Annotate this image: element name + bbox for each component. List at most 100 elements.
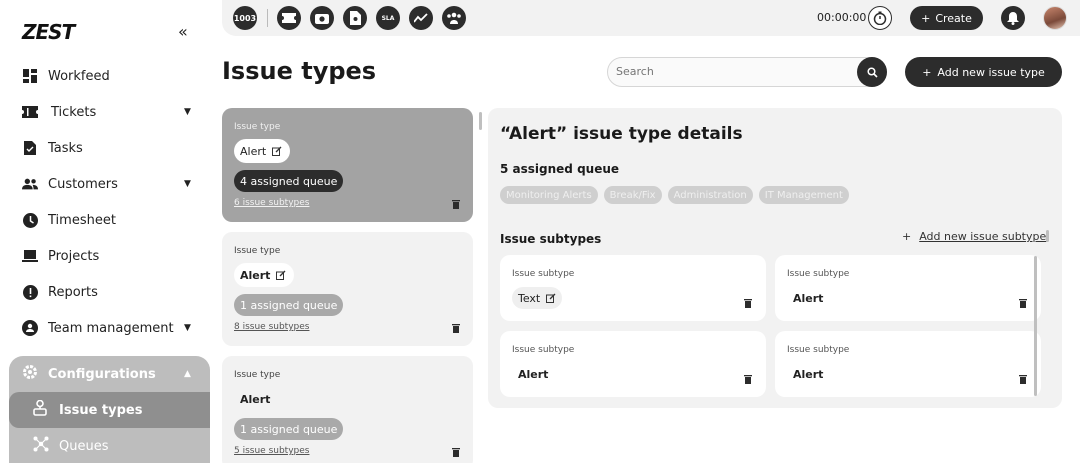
sidebar-item-configurations[interactable]: Configurations ▲: [9, 356, 210, 392]
issue-type-name-text: Alert: [240, 392, 271, 406]
caret-down-icon[interactable]: ▼: [184, 107, 191, 117]
sidebar-item-customers[interactable]: Customers ▼: [0, 168, 210, 200]
trash-icon[interactable]: [743, 374, 753, 384]
laptop-icon: [22, 248, 38, 264]
issue-types-icon: [33, 399, 47, 420]
ticket-icon[interactable]: [277, 6, 301, 30]
divider: [267, 9, 268, 27]
trash-icon[interactable]: [451, 447, 461, 457]
issue-subtypes-heading: Issue subtypes: [500, 232, 602, 246]
sidebar-item-team-management[interactable]: Team management ▼: [0, 312, 210, 344]
issue-subtype-name: Alert: [518, 367, 549, 381]
sidebar-item-label: Queues: [59, 438, 109, 454]
issue-subtype-card[interactable]: Issue subtype Text: [500, 255, 766, 321]
search-input[interactable]: [616, 65, 856, 78]
issue-type-card[interactable]: Issue type Alert 4 assigned queue 6 issu…: [222, 108, 473, 222]
stopwatch-icon[interactable]: [868, 6, 892, 30]
plus-icon: +: [922, 65, 932, 79]
caret-down-icon[interactable]: ▼: [184, 179, 191, 189]
queues-icon: [33, 436, 49, 456]
trash-icon[interactable]: [1018, 374, 1028, 384]
card-caption: Issue subtype: [512, 269, 575, 279]
configurations-group: Configurations ▲ Issue types Queues: [9, 356, 210, 463]
edit-icon[interactable]: [276, 270, 286, 280]
assigned-queue-badge: 1 assigned queue: [234, 418, 344, 440]
add-issue-subtype-label: Add new issue subtype: [919, 230, 1047, 243]
card-caption: Issue subtype: [512, 345, 575, 355]
queue-tag: Monitoring Alerts: [500, 186, 598, 204]
assigned-queue-badge: 4 assigned queue: [234, 170, 344, 192]
search-field[interactable]: [607, 57, 887, 87]
timer-display: 00:00:00: [817, 11, 867, 24]
issue-subtype-card[interactable]: Issue subtype Alert: [775, 255, 1041, 321]
issue-subtypes-link[interactable]: 6 issue subtypes: [234, 198, 309, 208]
trash-icon[interactable]: [451, 323, 461, 333]
add-issue-subtype-link[interactable]: + Add new issue subtype: [902, 230, 1046, 243]
add-issue-type-label: Add new issue type: [937, 65, 1045, 79]
dashboard-icon: [22, 68, 38, 84]
sidebar-item-tasks[interactable]: Tasks: [0, 132, 210, 164]
queue-tag: IT Management: [758, 186, 849, 204]
issue-type-card[interactable]: Issue type Alert 1 assigned queue 8 issu…: [222, 232, 473, 346]
issue-type-card[interactable]: Issue type Alert 1 assigned queue 5 issu…: [222, 356, 473, 463]
trash-icon[interactable]: [451, 199, 461, 209]
sidebar-item-reports[interactable]: Reports: [0, 276, 210, 308]
card-caption: Issue subtype: [787, 269, 850, 279]
edit-icon[interactable]: [272, 146, 282, 156]
issue-subtypes-link[interactable]: 5 issue subtypes: [234, 446, 309, 456]
document-icon[interactable]: [343, 6, 367, 30]
sidebar-item-label: Issue types: [59, 402, 143, 418]
issue-subtype-card[interactable]: Issue subtype Alert: [500, 331, 766, 397]
plus-icon: +: [902, 230, 912, 243]
sla-icon[interactable]: SLA: [376, 6, 400, 30]
trend-icon[interactable]: [409, 6, 433, 30]
ticket-count-badge[interactable]: 1003: [233, 6, 257, 30]
caret-down-icon[interactable]: ▼: [184, 323, 191, 333]
camera-icon[interactable]: [310, 6, 334, 30]
double-chevron-left-icon[interactable]: «: [178, 24, 188, 40]
gear-icon: [22, 364, 38, 384]
sidebar-item-label: Projects: [48, 248, 100, 264]
sidebar-item-workfeed[interactable]: Workfeed: [0, 60, 210, 92]
panel-scrollbar[interactable]: [1046, 230, 1049, 242]
create-button[interactable]: + Create: [910, 6, 983, 30]
sidebar-item-tickets[interactable]: Tickets ▼: [0, 96, 210, 128]
page-title: Issue types: [222, 57, 377, 85]
sidebar-item-queues[interactable]: Queues: [9, 428, 210, 463]
issue-subtype-name: Alert: [793, 367, 824, 381]
issue-subtype-card[interactable]: Issue subtype Alert: [775, 331, 1041, 397]
sidebar-item-projects[interactable]: Projects: [0, 240, 210, 272]
sidebar-item-timesheet[interactable]: Timesheet: [0, 204, 210, 236]
list-scrollbar[interactable]: [479, 112, 482, 130]
card-caption: Issue type: [234, 246, 281, 256]
sidebar-item-label: Tickets: [51, 104, 97, 120]
trash-icon[interactable]: [1018, 298, 1028, 308]
trash-icon[interactable]: [743, 298, 753, 308]
card-caption: Issue type: [234, 122, 281, 132]
issue-type-name-text: Alert: [240, 268, 271, 282]
clock-icon: [22, 212, 38, 228]
ticket-icon: [22, 104, 38, 120]
add-issue-type-button[interactable]: + Add new issue type: [905, 57, 1062, 87]
issue-type-name: Alert: [234, 387, 278, 411]
sidebar-item-issue-types[interactable]: Issue types: [9, 392, 210, 428]
bell-icon[interactable]: [1001, 6, 1025, 30]
sidebar: ZEST « Workfeed Tickets ▼ Tasks Customer…: [0, 0, 210, 463]
team-icon: [22, 320, 38, 336]
avatar[interactable]: [1043, 6, 1067, 30]
sidebar-item-label: Workfeed: [48, 68, 110, 84]
group-icon[interactable]: [442, 6, 466, 30]
people-icon: [22, 176, 38, 192]
subtypes-scrollbar[interactable]: [1034, 256, 1037, 396]
sidebar-item-label: Tasks: [48, 140, 83, 156]
edit-icon[interactable]: [546, 293, 556, 303]
task-icon: [22, 140, 38, 156]
plus-icon: +: [921, 11, 931, 25]
queue-tag: Administration: [667, 186, 753, 204]
queue-tags: Monitoring Alerts Break/Fix Administrati…: [500, 186, 849, 204]
issue-subtype-name-text: Text: [518, 291, 541, 305]
search-button[interactable]: [857, 57, 887, 87]
issue-subtypes-link[interactable]: 8 issue subtypes: [234, 322, 309, 332]
caret-up-icon[interactable]: ▲: [184, 369, 191, 379]
zest-logo: ZEST: [22, 20, 75, 44]
